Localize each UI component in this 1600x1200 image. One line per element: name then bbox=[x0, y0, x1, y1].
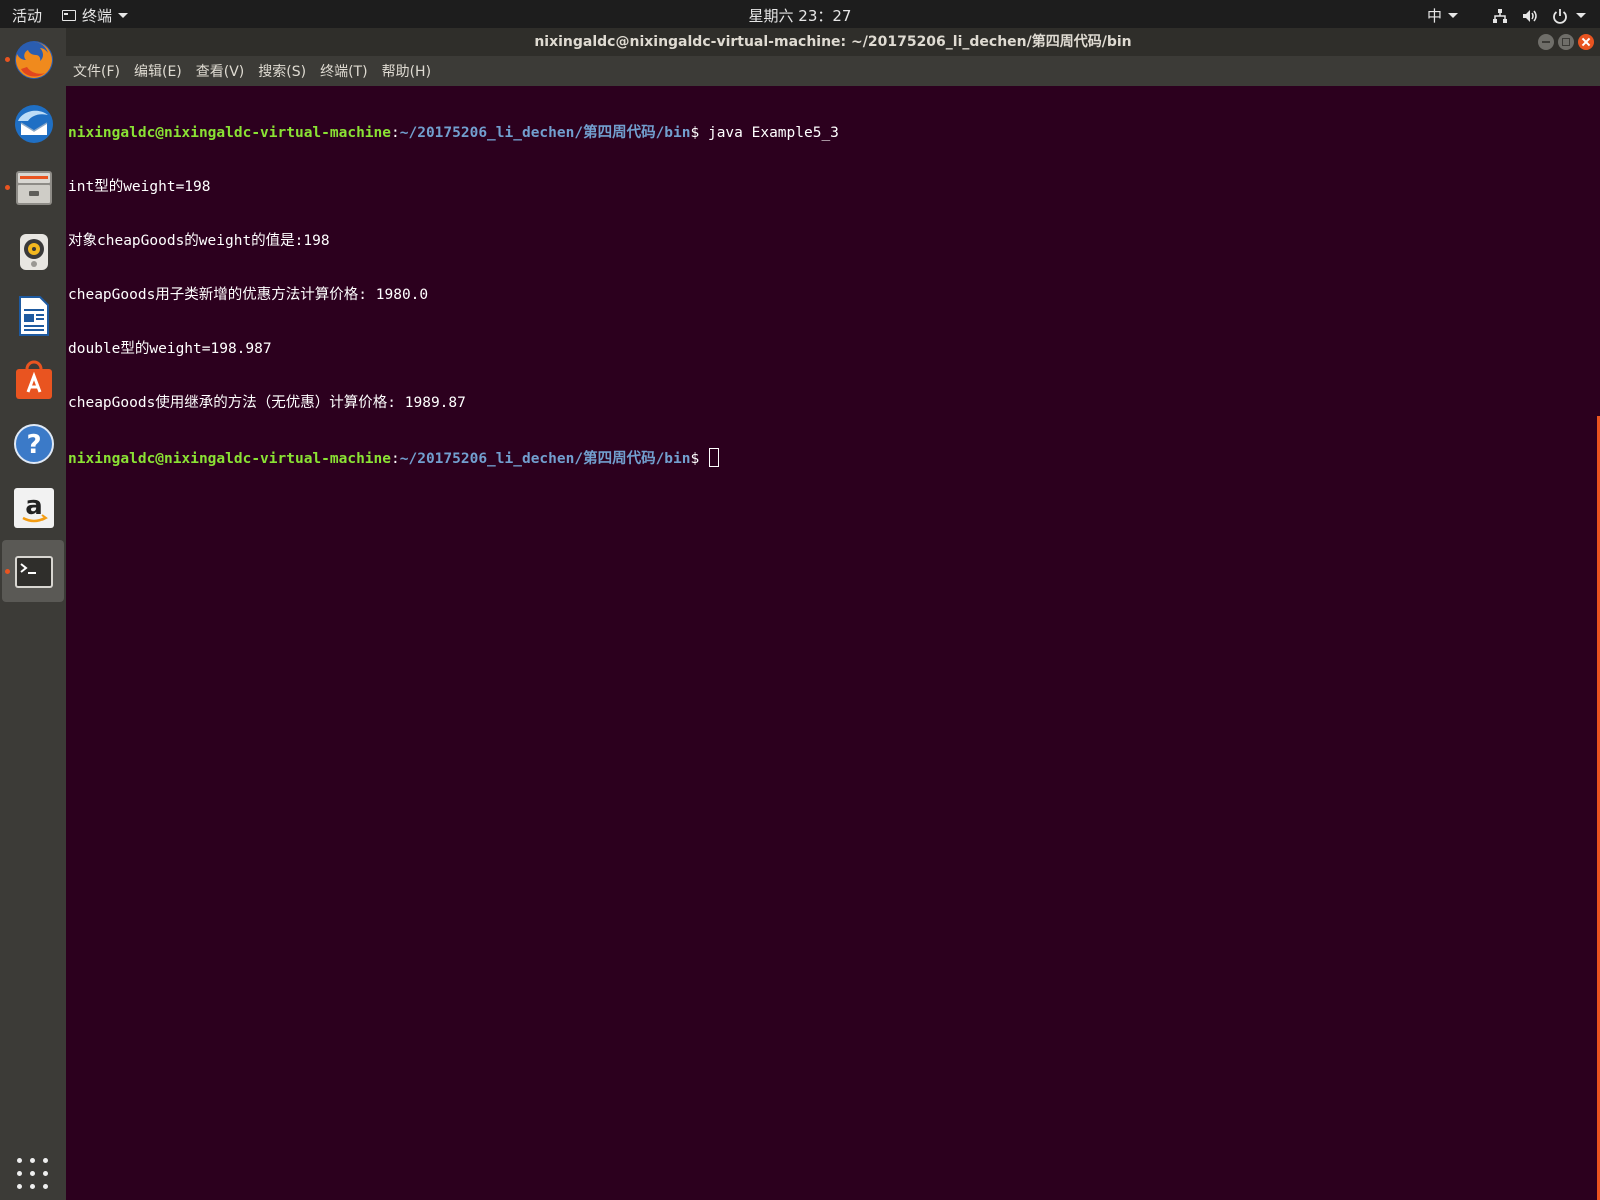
power-menu[interactable] bbox=[1552, 8, 1586, 24]
dock-item-writer[interactable] bbox=[2, 284, 64, 346]
window-controls bbox=[1538, 34, 1594, 50]
amazon-glyph: a bbox=[25, 491, 43, 521]
network-icon[interactable] bbox=[1492, 8, 1508, 24]
output-line: double型的weight=198.987 bbox=[68, 341, 272, 357]
running-indicator bbox=[5, 185, 10, 190]
chevron-down-icon bbox=[1448, 13, 1458, 18]
writer-icon bbox=[19, 296, 49, 336]
clock[interactable]: 星期六 23：27 bbox=[0, 5, 1600, 26]
dock-item-rhythmbox[interactable] bbox=[2, 220, 64, 282]
top-bar: 活动 终端 星期六 23：27 中 bbox=[0, 0, 1600, 28]
rhythmbox-icon bbox=[20, 234, 48, 270]
terminal-content[interactable]: nixingaldc@nixingaldc-virtual-machine:~/… bbox=[66, 86, 1600, 1200]
close-button[interactable] bbox=[1578, 34, 1594, 50]
text-cursor bbox=[708, 448, 719, 467]
dock-item-terminal[interactable] bbox=[2, 540, 64, 602]
prompt-user: nixingaldc@nixingaldc-virtual-machine bbox=[68, 125, 392, 141]
prompt-line: nixingaldc@nixingaldc-virtual-machine:~/… bbox=[68, 448, 1600, 467]
dock-item-amazon[interactable]: a bbox=[2, 476, 64, 538]
output-line: cheapGoods使用继承的方法（无优惠）计算价格: 1989.87 bbox=[68, 395, 466, 411]
dock-item-software[interactable] bbox=[2, 348, 64, 410]
minimize-button[interactable] bbox=[1538, 34, 1554, 50]
menu-bar: 文件(F) 编辑(E) 查看(V) 搜索(S) 终端(T) 帮助(H) bbox=[66, 56, 1600, 86]
dock-item-thunderbird[interactable] bbox=[2, 92, 64, 154]
output-line: int型的weight=198 bbox=[68, 179, 211, 195]
menu-file[interactable]: 文件(F) bbox=[73, 59, 120, 83]
power-icon bbox=[1553, 8, 1567, 24]
firefox-icon bbox=[15, 41, 53, 79]
running-indicator bbox=[5, 57, 10, 62]
chevron-down-icon bbox=[1576, 13, 1586, 18]
software-icon bbox=[16, 360, 52, 399]
volume-icon[interactable] bbox=[1522, 8, 1538, 24]
dock-item-help[interactable]: ? bbox=[2, 412, 64, 474]
dock-item-firefox[interactable] bbox=[2, 28, 64, 90]
prompt-colon: : bbox=[391, 451, 400, 467]
input-method-label: 中 bbox=[1426, 7, 1442, 25]
prompt-line: nixingaldc@nixingaldc-virtual-machine:~/… bbox=[68, 124, 1600, 142]
prompt-user: nixingaldc@nixingaldc-virtual-machine bbox=[68, 451, 392, 467]
menu-help[interactable]: 帮助(H) bbox=[382, 59, 431, 83]
dock-item-files[interactable] bbox=[2, 156, 64, 218]
menu-terminal[interactable]: 终端(T) bbox=[320, 59, 367, 83]
menu-view[interactable]: 查看(V) bbox=[196, 59, 245, 83]
terminal-window: nixingaldc@nixingaldc-virtual-machine: ~… bbox=[66, 28, 1600, 1200]
output-line: cheapGoods用子类新增的优惠方法计算价格: 1980.0 bbox=[68, 287, 429, 303]
prompt-path: ~/20175206_li_dechen/第四周代码/bin bbox=[399, 451, 691, 467]
help-glyph: ? bbox=[26, 430, 41, 460]
dock: ? a bbox=[0, 28, 66, 1200]
prompt-symbol: $ bbox=[690, 451, 708, 467]
menu-search[interactable]: 搜索(S) bbox=[258, 59, 306, 83]
window-title: nixingaldc@nixingaldc-virtual-machine: ~… bbox=[534, 34, 1132, 50]
maximize-button[interactable] bbox=[1558, 34, 1574, 50]
files-icon bbox=[16, 171, 52, 205]
amazon-icon: a bbox=[14, 488, 54, 528]
prompt-path: ~/20175206_li_dechen/第四周代码/bin bbox=[399, 125, 691, 141]
prompt-colon: : bbox=[391, 125, 400, 141]
help-icon: ? bbox=[14, 424, 54, 464]
thunderbird-icon bbox=[15, 105, 53, 143]
running-indicator bbox=[5, 569, 10, 574]
output-line: 对象cheapGoods的weight的值是:198 bbox=[68, 233, 330, 249]
window-titlebar[interactable]: nixingaldc@nixingaldc-virtual-machine: ~… bbox=[66, 28, 1600, 56]
show-applications-button[interactable] bbox=[17, 1158, 49, 1190]
prompt-symbol: $ bbox=[690, 125, 708, 141]
terminal-icon bbox=[15, 556, 53, 588]
command-text: java Example5_3 bbox=[707, 125, 839, 141]
system-tray: 中 bbox=[1427, 5, 1586, 26]
menu-edit[interactable]: 编辑(E) bbox=[134, 59, 182, 83]
input-method-indicator[interactable]: 中 bbox=[1427, 5, 1458, 26]
